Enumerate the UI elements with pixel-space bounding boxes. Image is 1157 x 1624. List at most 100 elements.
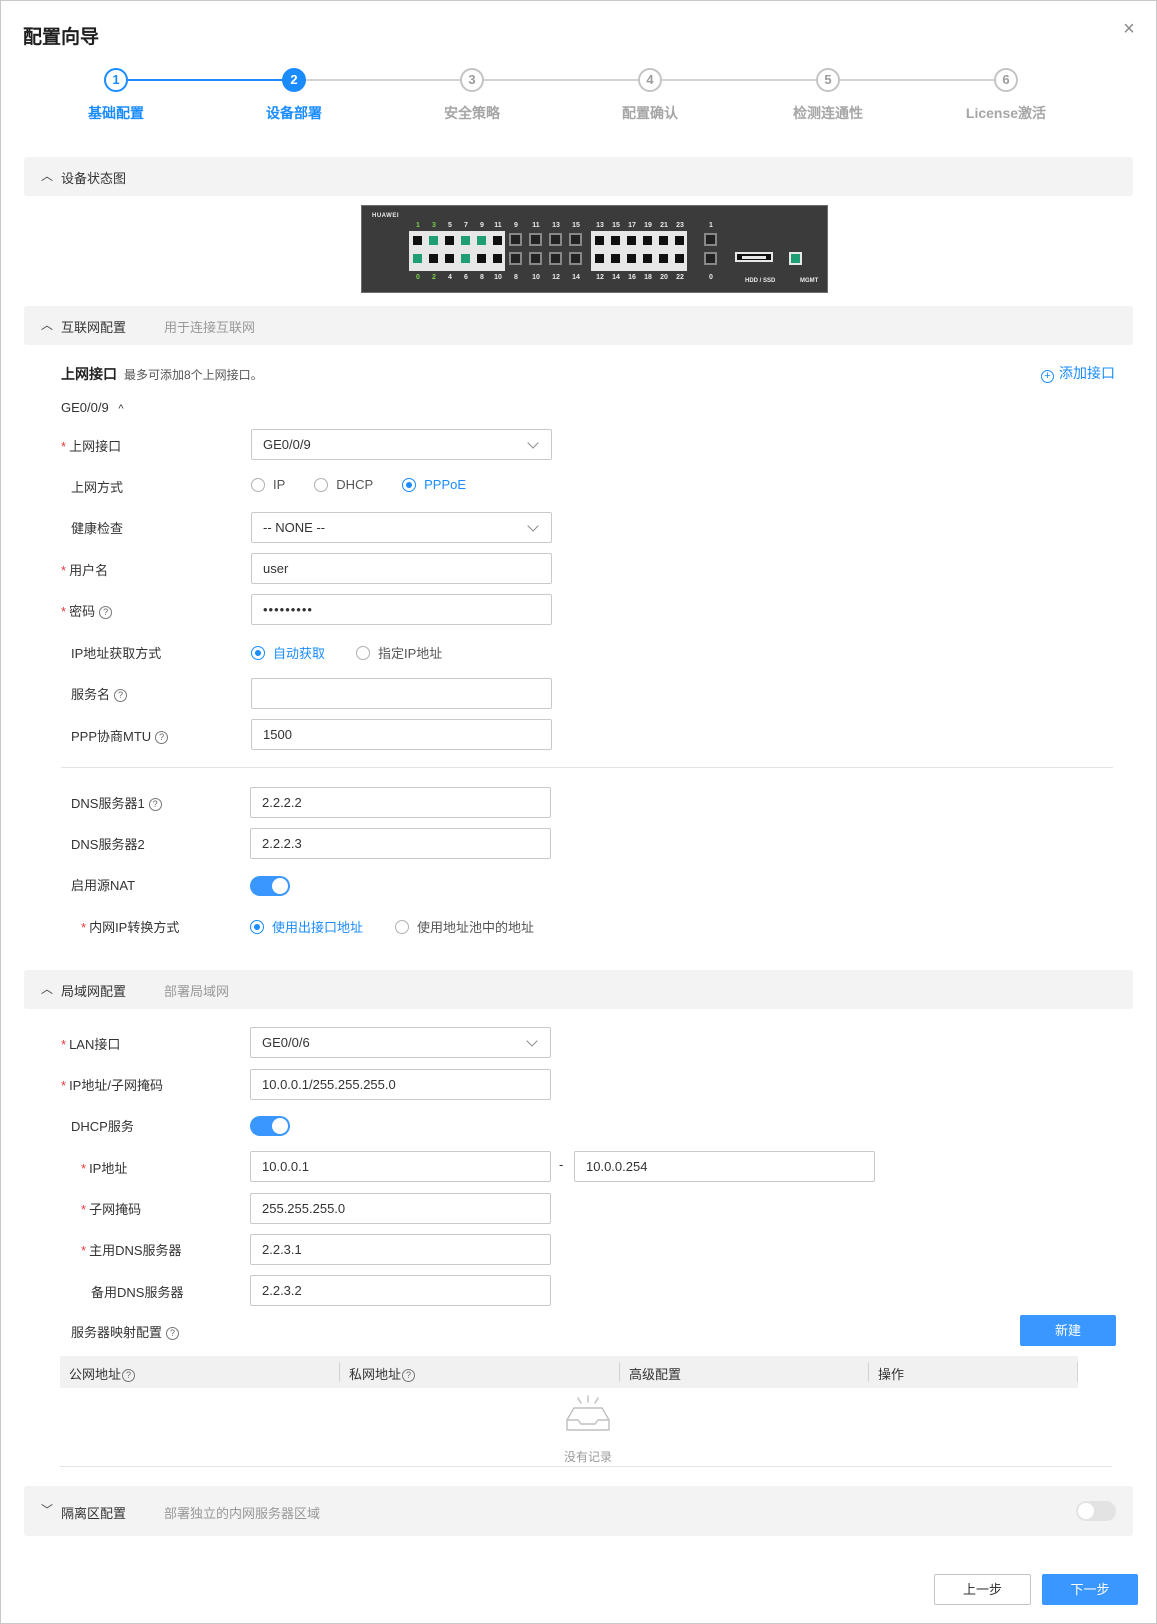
sfp-port-icon (549, 252, 562, 265)
dns1-input[interactable]: 2.2.2.2 (250, 787, 551, 818)
column-divider (619, 1362, 620, 1382)
mtu-label: PPP协商MTU? (71, 726, 169, 745)
port-number: 18 (644, 274, 652, 281)
help-icon[interactable]: ? (166, 1327, 180, 1341)
lan-interface-select[interactable]: GE0/0/6 (250, 1027, 551, 1058)
device-panel-diagram: HUAWEI 1 0 3 2 5 4 7 6 9 8 11 10 9 8 11 10 13 12 15 14 13 12 1… (361, 205, 828, 293)
radio-selected-icon (402, 477, 417, 492)
dialog-title: 配置向导 (23, 27, 100, 48)
ip-mode-radio-static[interactable]: 指定IP地址 (356, 643, 442, 662)
port-number: 1 (416, 222, 420, 229)
sfp-port-icon (704, 233, 717, 246)
section-title: 设备状态图 (61, 171, 127, 186)
divider (61, 767, 1113, 768)
section-title: 局域网配置 (61, 984, 127, 999)
uplink-select[interactable]: GE0/0/9 (251, 429, 552, 460)
chevron-up-icon: ︿ (41, 318, 54, 332)
ethernet-port-icon (411, 234, 424, 247)
add-interface-link[interactable]: + 添加接口 (1041, 363, 1115, 383)
mgmt-port-icon (789, 252, 802, 265)
port-number: 13 (552, 222, 560, 229)
step-5-circle: 5 (816, 68, 840, 92)
divider (60, 1466, 1112, 1467)
secondary-dns-input[interactable]: 2.2.3.2 (250, 1275, 551, 1306)
chevron-down-icon: ﹀ (41, 1503, 54, 1517)
ethernet-port-icon (657, 234, 670, 247)
empty-text: 没有记录 (563, 1450, 612, 1464)
password-label-text: 密码 (69, 604, 96, 619)
uplink-group-toggle[interactable]: GE0/0/9 ^ (61, 400, 124, 415)
primary-dns-input[interactable]: 2.2.3.1 (250, 1234, 551, 1265)
uplink-hint: 最多可添加8个上网接口。 (124, 368, 263, 382)
ip-mode-radio-auto[interactable]: 自动获取 (251, 643, 325, 662)
step-connector-2 (304, 79, 468, 81)
th-label: 私网地址 (349, 1367, 402, 1382)
nat-mode-radio-interface[interactable]: 使用出接口地址 (250, 917, 363, 936)
new-mapping-button[interactable]: 新建 (1020, 1315, 1116, 1346)
help-icon[interactable]: ? (148, 798, 162, 812)
dhcp-ip-start-input[interactable]: 10.0.0.1 (250, 1151, 551, 1182)
step-1-circle[interactable]: 1 (104, 68, 128, 92)
lan-interface-label: LAN接口 (61, 1034, 120, 1053)
subnet-mask-input[interactable]: 255.255.255.0 (250, 1193, 551, 1224)
ip-mode-radio-group: 自动获取 指定IP地址 (251, 643, 442, 662)
ethernet-port-icon (593, 234, 606, 247)
step-1-label[interactable]: 基础配置 (46, 103, 186, 123)
help-icon[interactable]: ? (114, 689, 128, 703)
ethernet-port-icon (641, 234, 654, 247)
prev-step-button[interactable]: 上一步 (934, 1574, 1031, 1605)
lan-config-header[interactable]: ︿ 局域网配置 部署局域网 (24, 970, 1133, 1009)
username-input[interactable]: user (251, 553, 552, 584)
uplink-group-name: GE0/0/9 (61, 400, 109, 415)
device-status-header[interactable]: ︿ 设备状态图 (24, 157, 1133, 196)
radio-label: 使用地址池中的地址 (417, 920, 535, 935)
radio-label: PPPoE (424, 477, 467, 492)
source-nat-toggle[interactable] (250, 876, 290, 896)
mode-radio-ip[interactable]: IP (251, 477, 285, 492)
dhcp-ip-end-input[interactable]: 10.0.0.254 (574, 1151, 875, 1182)
password-input[interactable]: ••••••••• (251, 594, 552, 625)
sfp-port-icon (529, 233, 542, 246)
service-name-input[interactable] (251, 678, 552, 709)
port-number: 15 (572, 222, 580, 229)
help-icon[interactable]: ? (99, 606, 113, 620)
next-step-button[interactable]: 下一步 (1042, 1574, 1138, 1605)
radio-selected-icon (250, 919, 264, 934)
dhcp-toggle[interactable] (250, 1116, 290, 1136)
close-icon[interactable]: × (1118, 18, 1140, 40)
mtu-input[interactable]: 1500 (251, 719, 552, 750)
mode-radio-pppoe[interactable]: PPPoE (402, 477, 466, 492)
ip-mask-input[interactable]: 10.0.0.1/255.255.255.0 (250, 1069, 551, 1100)
port-number: 3 (432, 222, 436, 229)
health-check-select[interactable]: -- NONE -- (251, 512, 552, 543)
mode-radio-dhcp[interactable]: DHCP (314, 477, 373, 492)
mgmt-label: MGMT (800, 278, 819, 284)
step-3-circle: 3 (460, 68, 484, 92)
nat-mode-radio-pool[interactable]: 使用地址池中的地址 (395, 917, 534, 936)
port-number: 10 (532, 274, 540, 281)
source-nat-label: 启用源NAT (71, 878, 136, 893)
dmz-toggle[interactable] (1076, 1501, 1116, 1521)
port-number: 9 (514, 222, 518, 229)
port-number: 2 (432, 274, 436, 281)
step-2-circle[interactable]: 2 (282, 68, 306, 92)
step-connector-3 (482, 79, 646, 81)
ethernet-port-icon (427, 234, 440, 247)
sfp-port-icon (529, 252, 542, 265)
help-icon[interactable]: ? (402, 1369, 416, 1383)
dmz-config-header[interactable]: ﹀ 隔离区配置 部署独立的内网服务器区域 (24, 1486, 1133, 1536)
step-6-circle: 6 (994, 68, 1018, 92)
dhcp-label: DHCP服务 (71, 1119, 134, 1134)
ethernet-port-icon (641, 252, 654, 265)
help-icon[interactable]: ? (155, 731, 169, 745)
dns2-input[interactable]: 2.2.2.3 (250, 828, 551, 859)
plus-circle-icon: + (1041, 370, 1054, 383)
column-divider (1077, 1362, 1078, 1382)
dns2-label: DNS服务器2 (71, 837, 145, 852)
th-label: 公网地址 (69, 1367, 122, 1382)
internet-config-header[interactable]: ︿ 互联网配置 用于连接互联网 (24, 306, 1133, 345)
port-number: 0 (416, 274, 420, 281)
help-icon[interactable]: ? (122, 1369, 136, 1383)
mapping-table-header: 公网地址? 私网地址? 高级配置 操作 (60, 1356, 1078, 1388)
step-2-label[interactable]: 设备部署 (224, 103, 364, 123)
